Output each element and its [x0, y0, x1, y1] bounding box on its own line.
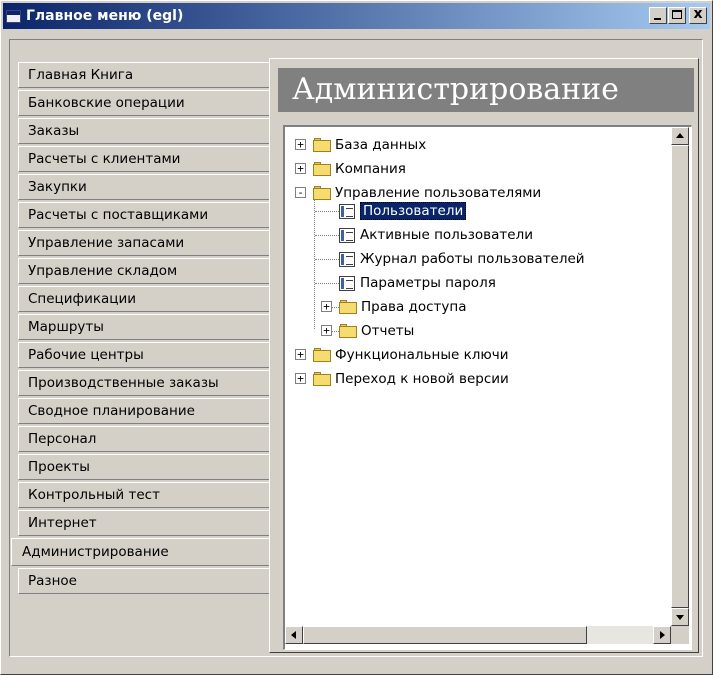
- tree-node-label: Права доступа: [361, 299, 467, 315]
- arrow-up-icon: [676, 133, 684, 138]
- tree-line: [314, 187, 315, 329]
- tab-personnel[interactable]: Персонал: [18, 426, 270, 452]
- tab-warehouse[interactable]: Управление складом: [18, 258, 270, 284]
- tab-misc[interactable]: Разное: [18, 568, 270, 594]
- form-icon: [339, 227, 355, 243]
- tree-node-label: Функциональные ключи: [335, 347, 509, 363]
- tab-orders[interactable]: Заказы: [18, 118, 270, 144]
- folder-icon: [339, 300, 357, 314]
- tree-node-users[interactable]: Пользователи: [339, 199, 467, 223]
- tree-node-label: Журнал работы пользователей: [360, 251, 585, 267]
- tree-node-upgrade[interactable]: + Переход к новой версии: [295, 367, 509, 391]
- form-icon: [339, 275, 355, 291]
- minimize-icon: [654, 18, 661, 20]
- main-menu-window: Главное меню (egl) x Главная Книга Банко…: [0, 0, 713, 675]
- title-bar[interactable]: Главное меню (egl) x: [3, 3, 710, 29]
- tree-line: [315, 283, 339, 284]
- horizontal-scrollbar[interactable]: [285, 626, 671, 644]
- tree-node-label: База данных: [335, 137, 427, 153]
- arrow-right-icon: [660, 631, 665, 639]
- window-controls: x: [648, 6, 707, 24]
- module-tabs: Главная Книга Банковские операции Заказы…: [11, 62, 270, 596]
- scroll-down-button[interactable]: [671, 608, 689, 626]
- expand-icon[interactable]: +: [295, 139, 306, 150]
- tab-banking[interactable]: Банковские операции: [18, 90, 270, 116]
- scroll-thumb-horizontal[interactable]: [303, 626, 587, 644]
- tab-vendor-accounts[interactable]: Расчеты с поставщиками: [18, 202, 270, 228]
- tree-node-label: Параметры пароля: [360, 275, 496, 291]
- minimize-button[interactable]: [649, 7, 667, 24]
- tree-node-label: Активные пользователи: [360, 227, 533, 243]
- arrow-left-icon: [291, 631, 296, 639]
- tree-node-label: Переход к новой версии: [335, 371, 509, 387]
- tree-node-database[interactable]: + База данных: [295, 133, 426, 157]
- tab-administration[interactable]: Администрирование: [11, 538, 270, 566]
- tree-node-function-keys[interactable]: + Функциональные ключи: [295, 343, 508, 367]
- tab-bom[interactable]: Спецификации: [18, 286, 270, 312]
- close-button[interactable]: x: [689, 6, 707, 24]
- tab-internet[interactable]: Интернет: [18, 510, 270, 536]
- tab-projects[interactable]: Проекты: [18, 454, 270, 480]
- tree-node-label-selected: Пользователи: [360, 202, 467, 220]
- tree-node-reports[interactable]: + Отчеты: [321, 319, 414, 343]
- scroll-right-button[interactable]: [653, 626, 671, 644]
- tab-customer-accounts[interactable]: Расчеты с клиентами: [18, 146, 270, 172]
- folder-icon: [313, 138, 331, 152]
- menu-tree: + База данных + Компания - Управление по…: [285, 127, 671, 626]
- expand-icon[interactable]: +: [295, 373, 306, 384]
- window-title: Главное меню (egl): [26, 8, 184, 24]
- form-icon: [339, 203, 355, 219]
- tree-line: [315, 235, 339, 236]
- tree-node-company[interactable]: + Компания: [295, 157, 406, 181]
- window-icon: [6, 9, 21, 23]
- folder-open-icon: [313, 186, 331, 200]
- tree-node-label: Отчеты: [361, 323, 415, 339]
- menu-tree-box: + База данных + Компания - Управление по…: [283, 125, 692, 650]
- tree-line: [315, 259, 339, 260]
- tree-node-user-log[interactable]: Журнал работы пользователей: [339, 247, 585, 271]
- tab-control-test[interactable]: Контрольный тест: [18, 482, 270, 508]
- tree-node-access-rights[interactable]: + Права доступа: [321, 295, 466, 319]
- maximize-button[interactable]: [668, 7, 686, 24]
- tab-general-ledger[interactable]: Главная Книга: [18, 62, 270, 88]
- tab-work-centers[interactable]: Рабочие центры: [18, 342, 270, 368]
- folder-icon: [313, 372, 331, 386]
- vertical-scrollbar[interactable]: [671, 127, 689, 626]
- arrow-down-icon: [676, 615, 684, 620]
- expand-icon[interactable]: +: [321, 325, 332, 336]
- tree-node-label: Компания: [335, 161, 406, 177]
- maximize-icon: [672, 10, 682, 19]
- close-icon: x: [693, 6, 703, 22]
- expand-icon[interactable]: +: [321, 301, 332, 312]
- tab-master-planning[interactable]: Сводное планирование: [18, 398, 270, 424]
- folder-icon: [313, 162, 331, 176]
- expand-icon[interactable]: +: [295, 349, 306, 360]
- form-icon: [339, 251, 355, 267]
- scroll-left-button[interactable]: [285, 626, 303, 644]
- tab-inventory[interactable]: Управление запасами: [18, 230, 270, 256]
- folder-icon: [313, 348, 331, 362]
- folder-icon: [339, 324, 357, 338]
- tree-node-password-params[interactable]: Параметры пароля: [339, 271, 496, 295]
- scroll-thumb[interactable]: [671, 145, 689, 608]
- tree-line: [315, 211, 339, 212]
- page-title: Администрирование: [278, 68, 694, 112]
- tab-routes[interactable]: Маршруты: [18, 314, 270, 340]
- expand-icon[interactable]: +: [295, 163, 306, 174]
- tab-production-orders[interactable]: Производственные заказы: [18, 370, 270, 396]
- tab-purchasing[interactable]: Закупки: [18, 174, 270, 200]
- scroll-up-button[interactable]: [671, 127, 689, 145]
- tree-node-active-users[interactable]: Активные пользователи: [339, 223, 533, 247]
- scroll-corner: [671, 626, 689, 644]
- collapse-icon[interactable]: -: [295, 187, 306, 198]
